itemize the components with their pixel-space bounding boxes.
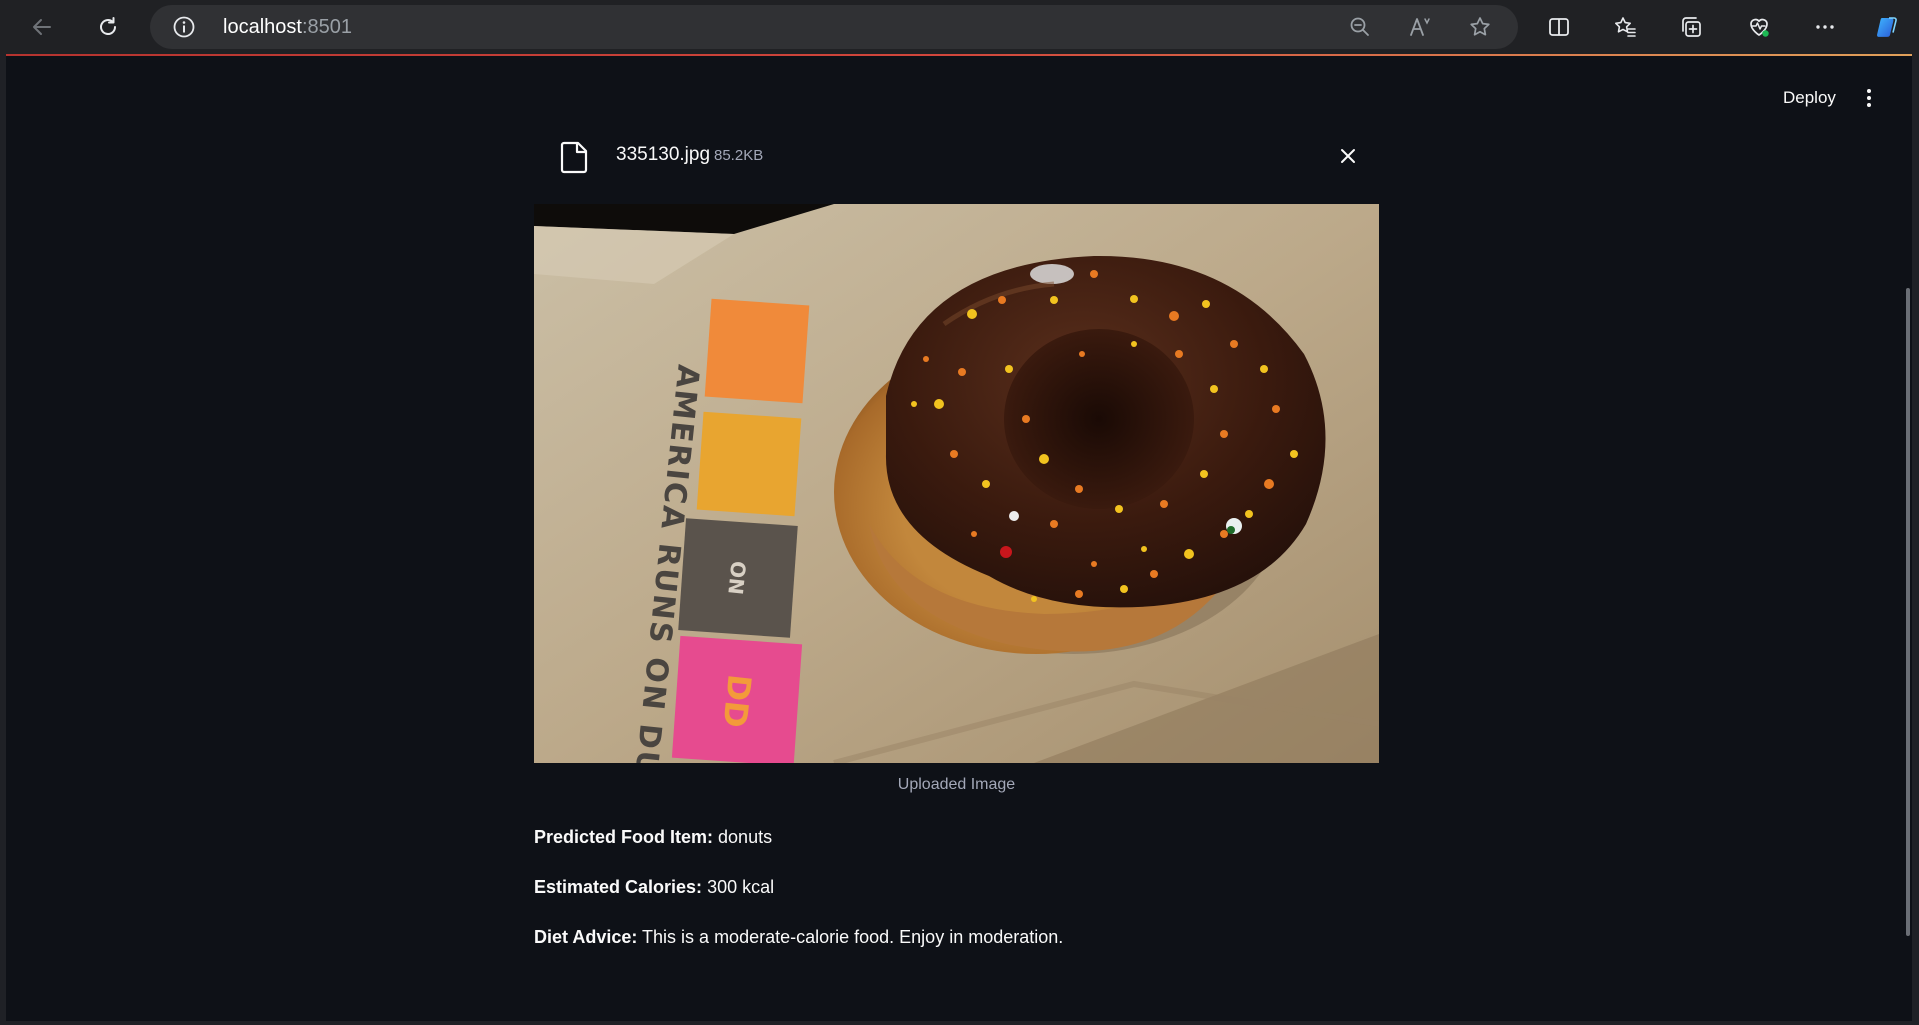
- uploaded-file: 335130.jpg 85.2KB: [534, 130, 1379, 180]
- more-options-button[interactable]: [1807, 9, 1843, 45]
- scrollbar-thumb[interactable]: [1906, 288, 1910, 936]
- collections-icon: [1682, 17, 1701, 37]
- read-aloud-icon[interactable]: [1408, 15, 1432, 39]
- main-menu-button[interactable]: [1857, 84, 1881, 112]
- window-border-right: [1912, 54, 1919, 1025]
- split-screen-icon: [1549, 18, 1569, 36]
- result-food: Predicted Food Item: donuts: [534, 827, 772, 848]
- result-advice: Diet Advice: This is a moderate-calorie …: [534, 927, 1063, 948]
- collections-button[interactable]: [1673, 9, 1709, 45]
- zoom-out-icon[interactable]: [1348, 15, 1372, 39]
- result-advice-value: This is a moderate-calorie food. Enjoy i…: [642, 927, 1064, 947]
- copilot-icon: [1877, 17, 1897, 37]
- split-screen-button[interactable]: [1541, 9, 1577, 45]
- deploy-button[interactable]: Deploy: [1775, 85, 1844, 111]
- favorites-icon: [1615, 17, 1636, 37]
- browser-toolbar: localhost:8501: [0, 0, 1919, 54]
- file-size: 85.2KB: [714, 147, 764, 164]
- file-name: 335130.jpg: [616, 144, 711, 165]
- star-icon[interactable]: [1468, 15, 1492, 39]
- bag-badge: ON: [723, 560, 750, 596]
- arrow-left-icon: [33, 19, 51, 35]
- image-caption: Uploaded Image: [897, 776, 1016, 793]
- more-horizontal-icon: [1816, 25, 1834, 29]
- favorites-button[interactable]: [1607, 9, 1643, 45]
- heart-pulse-icon: [1750, 18, 1769, 37]
- more-vertical-icon: [1867, 89, 1871, 107]
- url-port: :8501: [301, 16, 352, 38]
- copilot-button[interactable]: [1869, 9, 1905, 45]
- uploaded-image: AMERICA RUNS ON DUNKIN' ON DD: [534, 204, 1379, 763]
- result-calories-label: Estimated Calories:: [534, 877, 703, 897]
- result-food-value: donuts: [718, 827, 773, 847]
- bag-logo: DD: [715, 673, 758, 730]
- url-text[interactable]: localhost:8501: [223, 16, 352, 39]
- reload-button[interactable]: [90, 9, 126, 45]
- remove-file-button[interactable]: [1336, 144, 1360, 168]
- result-calories-value: 300 kcal: [707, 877, 775, 897]
- browser-essentials-button[interactable]: [1741, 9, 1777, 45]
- url-host: localhost: [223, 16, 302, 38]
- back-button[interactable]: [24, 9, 60, 45]
- result-calories: Estimated Calories: 300 kcal: [534, 877, 774, 898]
- close-icon: [1341, 149, 1355, 163]
- result-advice-label: Diet Advice:: [534, 927, 638, 947]
- donut-photo: AMERICA RUNS ON DUNKIN' ON DD: [534, 204, 1379, 763]
- window-border-bottom: [0, 1021, 1919, 1025]
- address-bar[interactable]: localhost:8501: [150, 5, 1518, 49]
- result-food-label: Predicted Food Item:: [534, 827, 714, 847]
- reload-icon: [100, 17, 116, 35]
- file-icon: [560, 141, 588, 174]
- info-icon[interactable]: [172, 15, 196, 39]
